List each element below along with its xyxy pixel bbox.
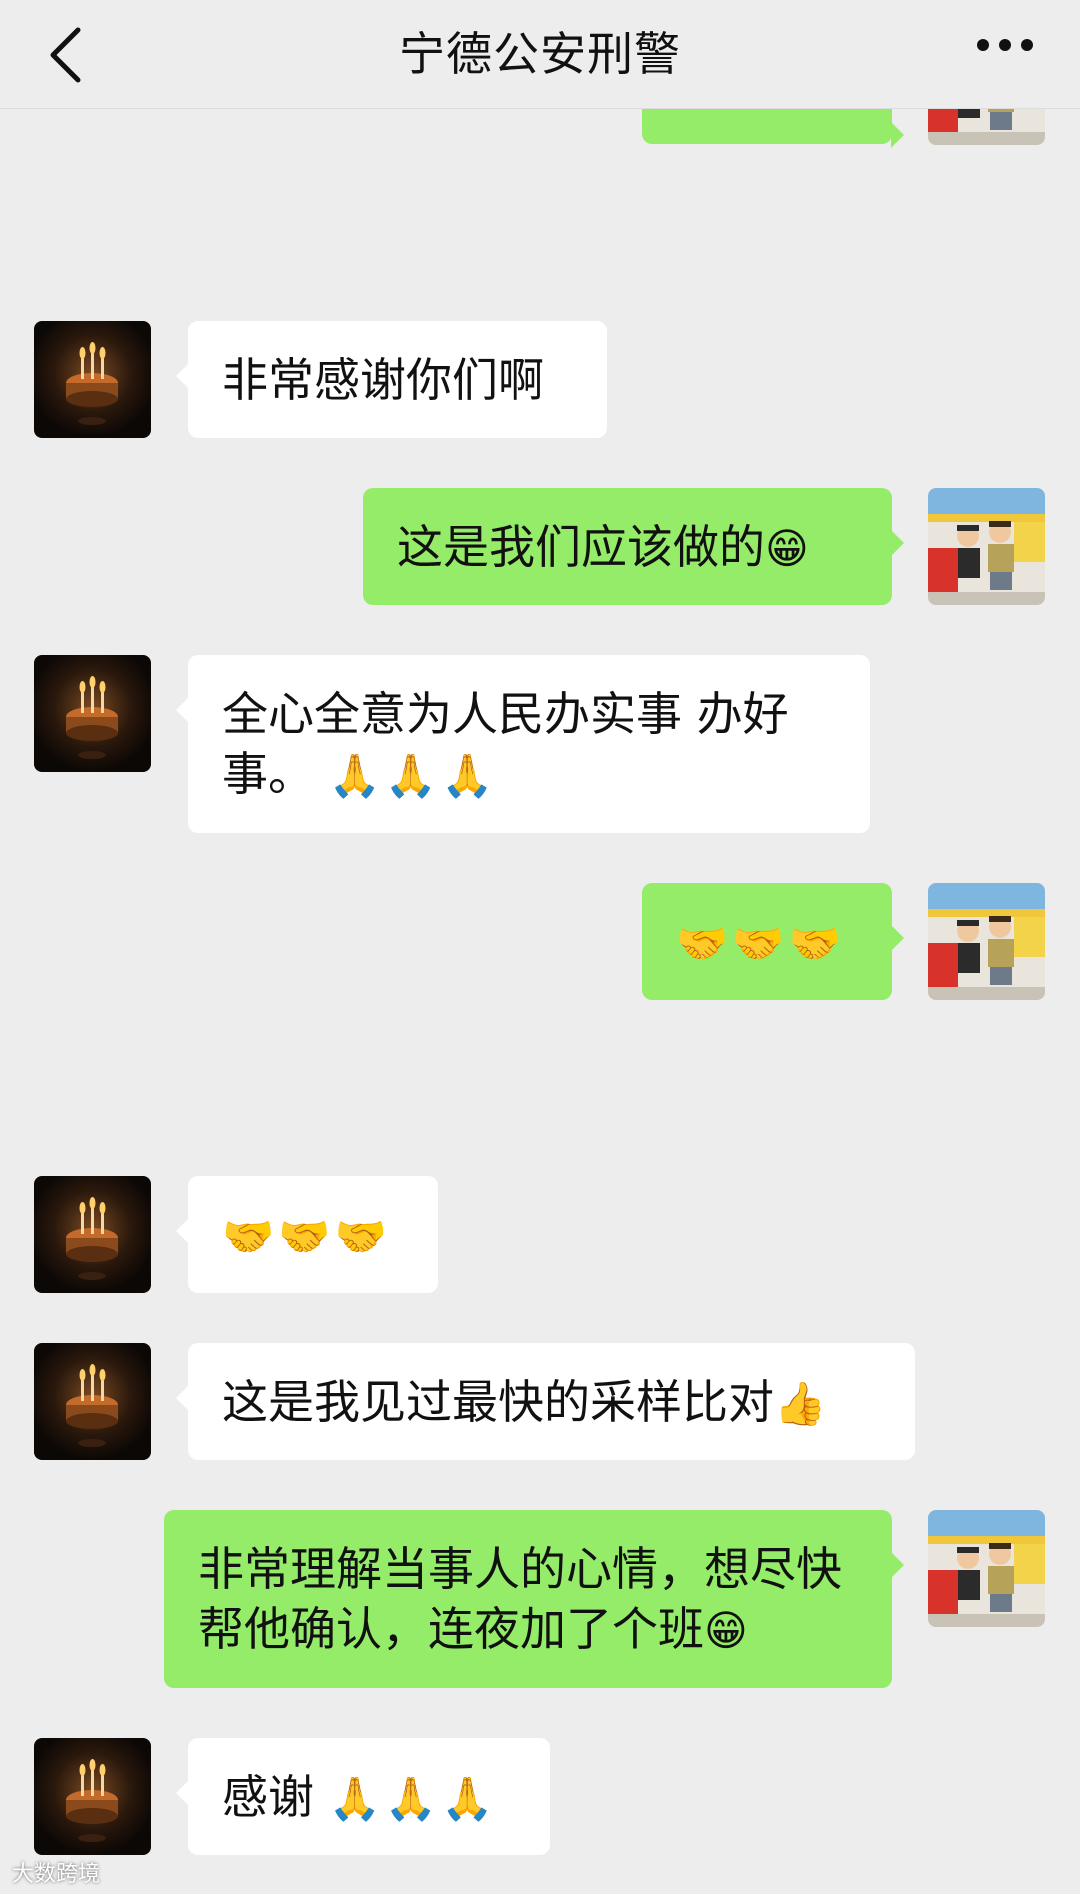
message-bubble-outgoing[interactable]: 这是我们应该做的😁	[363, 488, 904, 605]
more-options-button[interactable]	[965, 25, 1045, 85]
message-text: 这是我见过最快的采样比对	[222, 1375, 774, 1429]
message-bubble-incoming[interactable]: 🤝🤝🤝	[176, 1176, 438, 1293]
message-bubble-outgoing[interactable]: 非常理解当事人的心情，想尽快帮他确认，连夜加了个班😁	[164, 1510, 904, 1688]
message-text: 全心全意为人民办实事 办好事。	[222, 687, 789, 801]
children-photo-avatar-icon	[928, 883, 1045, 1000]
grin-emoji: 😁	[765, 524, 813, 573]
contact-avatar[interactable]	[34, 1176, 151, 1293]
watermark: 大数跨境	[12, 1862, 101, 1887]
birthday-cake-avatar-icon	[34, 655, 151, 772]
handshake-emoji: 🤝🤝🤝	[676, 919, 845, 968]
message-text: 这是我们应该做的	[397, 520, 765, 574]
children-photo-avatar-icon	[928, 1510, 1045, 1627]
thumbs-up-emoji: 👍	[774, 1379, 831, 1428]
pray-emoji: 🙏🙏🙏	[328, 751, 498, 800]
birthday-cake-avatar-icon	[34, 321, 151, 438]
user-avatar[interactable]	[928, 488, 1045, 605]
message-text: 非常感谢你们啊	[222, 353, 544, 407]
contact-avatar[interactable]	[34, 321, 151, 438]
handshake-emoji: 🤝🤝🤝	[222, 1212, 391, 1261]
chat-header: 宁德公安刑警	[0, 0, 1080, 109]
message-bubble-outgoing[interactable]: 🤝🤝🤝	[642, 883, 904, 1000]
contact-avatar[interactable]	[34, 1343, 151, 1460]
birthday-cake-avatar-icon	[34, 1738, 151, 1855]
contact-avatar[interactable]	[34, 1738, 151, 1855]
user-avatar[interactable]	[928, 883, 1045, 1000]
message-bubble-incoming[interactable]: 全心全意为人民办实事 办好事。 🙏🙏🙏	[176, 655, 870, 833]
grin-emoji: 😁	[704, 1606, 752, 1655]
message-bubble-incoming[interactable]: 这是我见过最快的采样比对👍	[176, 1343, 915, 1460]
user-avatar[interactable]	[928, 1510, 1045, 1627]
chat-title: 宁德公安刑警	[399, 27, 681, 81]
children-photo-avatar-icon	[928, 488, 1045, 605]
message-text: 感谢	[222, 1770, 314, 1824]
message-bubble-incoming[interactable]: 感谢 🙏🙏🙏	[176, 1738, 550, 1855]
chevron-left-icon	[50, 27, 81, 83]
more-dots-icon	[977, 39, 1033, 51]
birthday-cake-avatar-icon	[34, 1343, 151, 1460]
message-bubble-incoming[interactable]: 非常感谢你们啊	[176, 321, 607, 438]
pray-emoji: 🙏🙏🙏	[328, 1774, 498, 1823]
birthday-cake-avatar-icon	[34, 1176, 151, 1293]
contact-avatar[interactable]	[34, 655, 151, 772]
back-button[interactable]	[40, 20, 110, 90]
